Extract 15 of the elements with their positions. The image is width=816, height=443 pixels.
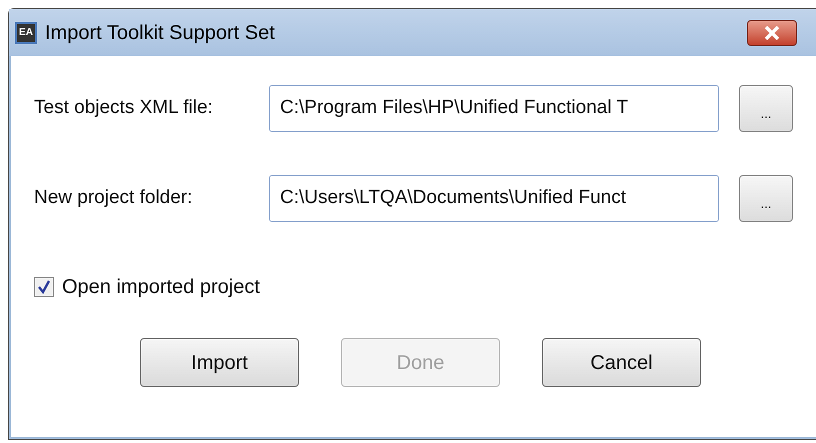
check-icon [37,280,51,294]
close-icon [764,26,780,40]
window-title: Import Toolkit Support Set [45,20,275,46]
close-button[interactable] [747,20,797,46]
dialog-button[interactable]: Cancel [542,338,701,387]
checkbox-label: Open imported project [62,275,260,300]
browse-button[interactable]: ... [739,175,793,222]
app-icon: EA [15,22,37,44]
browse-button[interactable]: ... [739,85,793,132]
checkbox[interactable] [34,277,54,297]
field-label: Test objects XML file: [34,96,214,120]
path-field[interactable]: C:\Program Files\HP\Unified Functional T [269,85,719,132]
dialog-button[interactable]: Import [140,338,299,387]
field-label: New project folder: [34,186,194,210]
path-field[interactable]: C:\Users\LTQA\Documents\Unified Funct [269,175,719,222]
